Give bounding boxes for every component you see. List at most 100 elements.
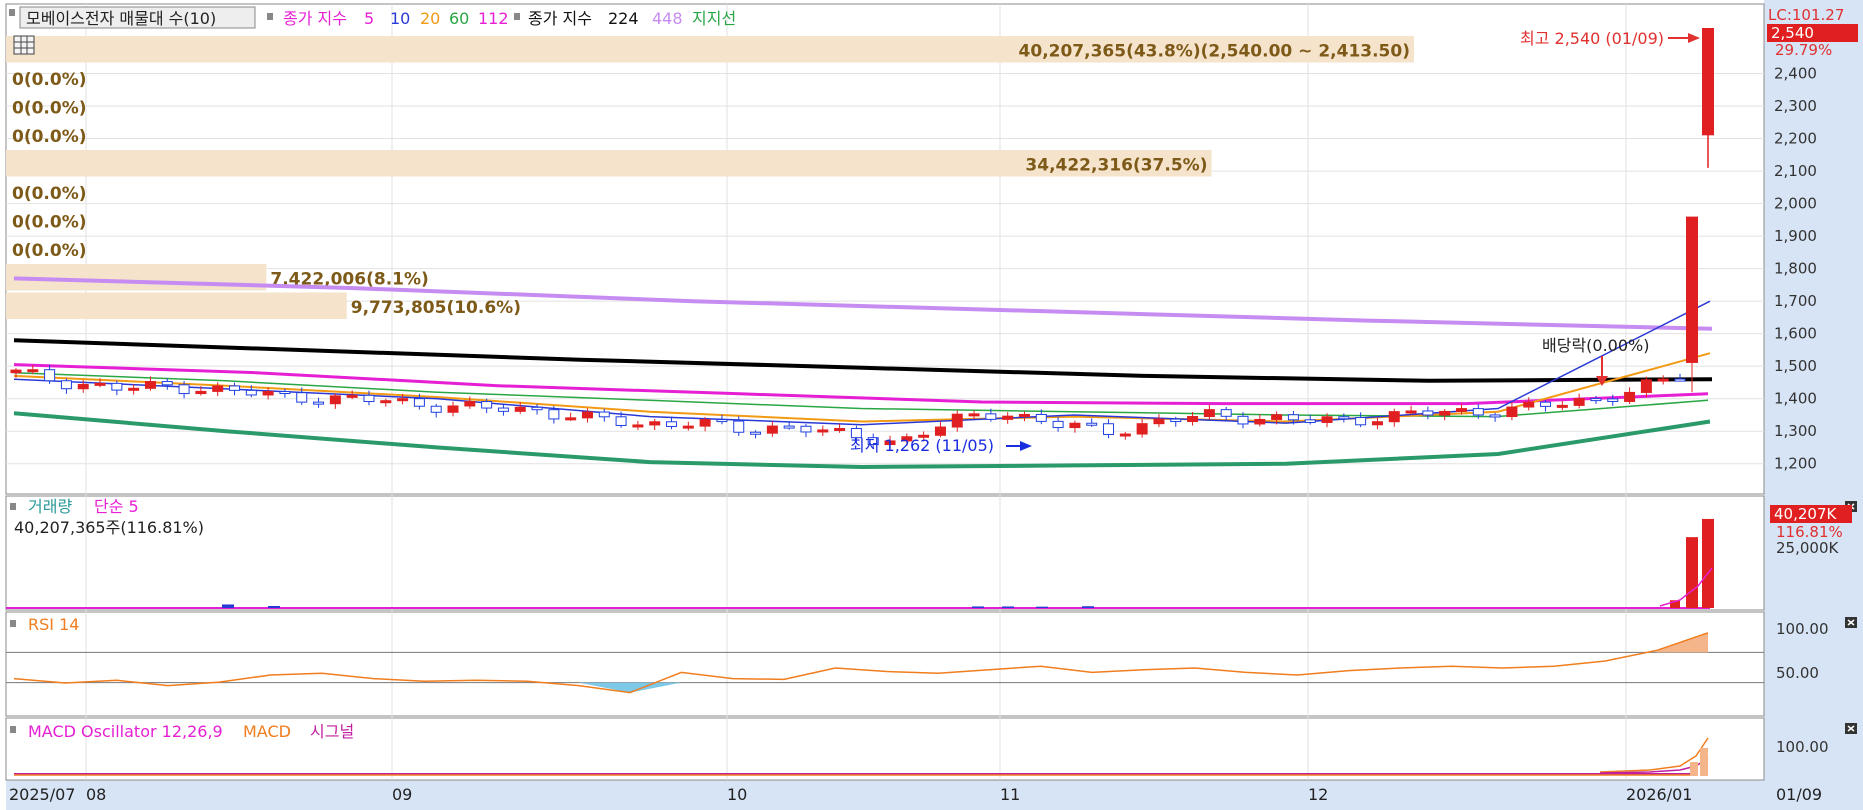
x-label-12: 12 (1308, 785, 1328, 804)
x-label-2026-01: 2026/01 (1626, 785, 1692, 804)
candle-body (27, 369, 39, 373)
stock-chart-window: 40,207,365(43.8%)(2,540.00 ~ 2,413.50) 0(… (0, 0, 1863, 810)
candle-body (279, 391, 291, 395)
volume-bar (1036, 606, 1048, 608)
x-label-09: 09 (392, 785, 412, 804)
price-tick-label: 2,200 (1774, 130, 1817, 148)
candle-body (1523, 401, 1535, 408)
candle-body (632, 424, 644, 428)
volume-profile-label: 0(0.0%) (12, 127, 87, 147)
candle-body (1304, 419, 1316, 423)
macd-oscillator-bar (1690, 762, 1698, 776)
candle-body (716, 419, 728, 423)
candle-body (77, 383, 89, 390)
signal-label: 시그널 (310, 722, 354, 741)
chart-canvas: 40,207,365(43.8%)(2,540.00 ~ 2,413.50) 0(… (0, 0, 1863, 810)
volume-profile-label: 0(0.0%) (12, 70, 87, 90)
ma-group1-label: 종가 지수 (283, 9, 347, 28)
candle-body (1540, 401, 1552, 407)
indicator-box-label: 모베이스전자 매물대 수(10) (26, 9, 216, 28)
candle-body (1119, 433, 1131, 437)
candle-body (44, 369, 56, 382)
candle-body (1287, 414, 1299, 421)
candle-body (178, 384, 190, 395)
candle-body (1254, 418, 1266, 425)
candle-body (934, 426, 946, 436)
rsi-tick-label: 50.00 (1776, 664, 1819, 682)
candle-body (430, 405, 442, 413)
high-price-annotation: 최고 2,540 (01/09) (1520, 29, 1664, 48)
x-label-08: 08 (86, 785, 106, 804)
candle-body (1220, 409, 1232, 417)
candle-body (1405, 410, 1417, 414)
candle-body (1674, 378, 1686, 382)
candle-body (329, 395, 341, 405)
support-line-label: 지지선 (692, 9, 736, 28)
macd-tick-label: 100.00 (1776, 738, 1829, 756)
macd-title: MACD Oscillator 12,26,9 (28, 722, 223, 741)
volume-profile-label: 40,207,365(43.8%)(2,540.00 ~ 2,413.50) (1019, 41, 1410, 61)
candle-body (1035, 413, 1047, 422)
candle-body (144, 381, 156, 389)
price-tick-label: 2,300 (1774, 97, 1817, 115)
volume-profile-label: 0(0.0%) (12, 184, 87, 204)
candle-body (1556, 404, 1568, 408)
x-label-right: 01/09 (1776, 785, 1822, 804)
volume-readout: 40,207,365주(116.81%) (14, 518, 204, 537)
price-tick-label: 2,400 (1774, 65, 1817, 83)
candle-body (1422, 410, 1434, 416)
ma-period-10: 10 (390, 9, 410, 28)
candle-body (1187, 416, 1199, 423)
candle-body (346, 394, 358, 398)
legend-square-icon (10, 620, 16, 627)
price-tick-label: 1,700 (1774, 292, 1817, 310)
candle-body (313, 401, 325, 405)
candle-body (195, 390, 207, 395)
candle-body (766, 425, 778, 434)
candle-body (262, 391, 274, 396)
ma-period-60: 60 (449, 9, 469, 28)
ma-period-224: 224 (608, 9, 639, 28)
candle-body (1388, 411, 1400, 423)
ma-period-5: 5 (364, 9, 374, 28)
volume-profile-label: 9,773,805(10.6%) (351, 298, 521, 318)
dividend-annotation: 배당락(0.00%) (1542, 336, 1649, 355)
candle-body (1506, 406, 1518, 418)
candle-body (514, 406, 526, 412)
candle-body (1607, 398, 1619, 402)
candle-body (985, 413, 997, 420)
candle-body (834, 427, 846, 431)
candle-body (1321, 416, 1333, 423)
ma-period-20: 20 (420, 9, 440, 28)
table-icon[interactable] (13, 35, 35, 55)
legend-square-icon (10, 726, 16, 733)
candle-body (649, 421, 661, 426)
rsi-tick-label: 100.00 (1776, 620, 1829, 638)
candle-body (397, 398, 409, 402)
candle-body (800, 425, 812, 433)
legend-square-icon (9, 9, 15, 16)
candle-body (1103, 423, 1115, 435)
volume-profile-label: 34,422,316(37.5%) (1025, 155, 1207, 175)
candle-body (447, 405, 459, 413)
macd-oscillator-bar (1700, 748, 1708, 776)
candle-body (615, 416, 627, 426)
candle-body (464, 401, 476, 407)
volume-title: 거래량 (28, 497, 72, 516)
candle-body (128, 387, 140, 391)
candle-body (1355, 417, 1367, 426)
candle-body (161, 381, 173, 386)
candle-body (111, 382, 123, 391)
volume-bar (268, 606, 280, 608)
candle-body (1002, 415, 1014, 420)
x-label-11: 11 (1000, 785, 1020, 804)
volume-profile-label: 0(0.0%) (12, 241, 87, 261)
candle-body (1624, 391, 1636, 402)
candle-body (481, 401, 493, 409)
volume-bar (1702, 518, 1714, 608)
volume-profile-bar (6, 264, 267, 291)
volume-tick: 25,000K (1776, 539, 1839, 557)
candle-body (60, 380, 72, 390)
legend-square-icon (514, 13, 520, 20)
candle-body (497, 407, 509, 412)
